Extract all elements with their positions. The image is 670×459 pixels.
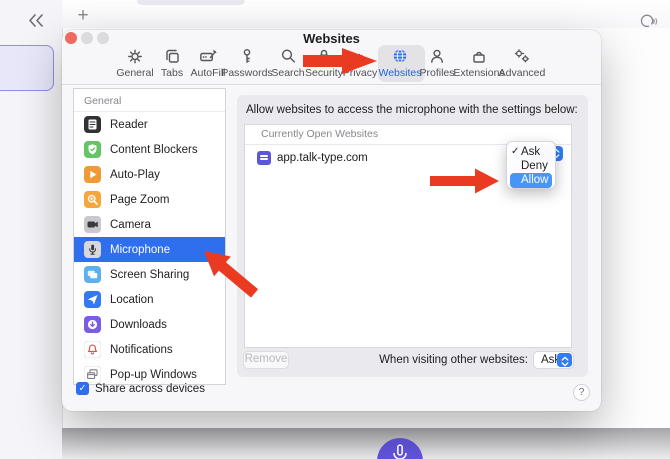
play-icon <box>84 166 101 183</box>
menu-item-label: Deny <box>521 160 548 173</box>
sidebar-selected-field[interactable] <box>0 45 54 91</box>
panel-description: Allow websites to access the microphone … <box>246 104 578 116</box>
other-websites-label: When visiting other websites: <box>379 354 528 366</box>
sidebar-item-label: Reader <box>110 118 148 131</box>
sidebar-item-label: Pop-up Windows <box>110 368 197 381</box>
menu-item-label: Allow <box>521 174 549 187</box>
menu-item-deny[interactable]: Deny <box>507 159 555 173</box>
sidebar-item-label: Downloads <box>110 318 167 331</box>
reader-icon <box>84 116 101 133</box>
share-across-devices-label: Share across devices <box>95 382 205 395</box>
new-tab-button[interactable]: + <box>73 6 93 26</box>
sidebar-item-camera[interactable]: Camera <box>74 212 225 237</box>
downloads-icon <box>84 316 101 333</box>
camera-icon <box>84 216 101 233</box>
browser-sidebar <box>0 0 63 459</box>
sidebar-item-label: Location <box>110 293 154 306</box>
sidebar-item-label: Microphone <box>110 243 171 256</box>
sidebar-item-label: Content Blockers <box>110 143 198 156</box>
sidebar-item-screen-sharing[interactable]: Screen Sharing <box>74 262 225 287</box>
gears-icon <box>514 49 530 63</box>
popup-cap <box>557 353 572 367</box>
sidebar-item-content-blockers[interactable]: Content Blockers <box>74 137 225 162</box>
shield-check-icon <box>84 141 101 158</box>
sidebar-item-location[interactable]: Location <box>74 287 225 312</box>
share-across-devices[interactable]: ✓ Share across devices <box>76 381 205 396</box>
remove-button[interactable]: Remove <box>243 351 289 369</box>
settings-sidebar: General Reader Content Blockers Auto-Pla <box>73 88 226 385</box>
tab-advanced[interactable]: Advanced <box>490 46 554 79</box>
person-icon <box>431 49 443 63</box>
help-button[interactable]: ? <box>573 384 590 401</box>
bell-icon <box>84 341 101 358</box>
microphone-icon <box>84 241 101 258</box>
website-favicon <box>257 151 271 165</box>
microphone-icon <box>393 444 407 459</box>
sidebar-item-microphone[interactable]: Microphone <box>74 237 225 262</box>
toolbar-divider <box>62 84 601 85</box>
puzzle-icon <box>473 51 485 63</box>
sidebar-item-notifications[interactable]: Notifications <box>74 337 225 362</box>
website-domain: app.talk-type.com <box>277 152 368 164</box>
sidebar-item-label: Page Zoom <box>110 193 170 206</box>
menu-item-ask[interactable]: ✓ Ask <box>507 145 555 159</box>
voice-input-icon[interactable] <box>636 11 660 29</box>
sidebar-item-label: Notifications <box>110 343 173 356</box>
permission-menu: ✓ Ask Deny Allow <box>506 141 556 189</box>
sidebar-item-reader[interactable]: Reader <box>74 112 225 137</box>
webpage-background <box>62 428 670 459</box>
sidebar-section-header: General <box>74 89 225 112</box>
hand-icon <box>355 53 364 65</box>
menu-item-label: Ask <box>521 146 541 158</box>
screen: + Websites General Tabs AutoFill Passwor… <box>0 0 670 459</box>
webpage-mic-button[interactable] <box>377 438 423 459</box>
window-title: Websites <box>303 31 360 46</box>
browser-toolbar <box>62 0 670 28</box>
checkbox-checked[interactable]: ✓ <box>76 382 89 395</box>
sidebar-item-label: Screen Sharing <box>110 268 190 281</box>
sidebar-item-page-zoom[interactable]: Page Zoom <box>74 187 225 212</box>
tab-label: Advanced <box>498 67 546 79</box>
check-icon: ✓ <box>511 146 520 157</box>
sidebar-item-downloads[interactable]: Downloads <box>74 312 225 337</box>
menu-item-allow[interactable]: Allow <box>510 173 552 188</box>
sidebar-collapse-icon[interactable] <box>26 13 46 28</box>
sidebar-item-label: Camera <box>110 218 151 231</box>
sidebar-item-label: Auto-Play <box>110 168 160 181</box>
location-icon <box>84 291 101 308</box>
other-websites-popup[interactable]: Ask <box>533 351 574 369</box>
sidebar-item-auto-play[interactable]: Auto-Play <box>74 162 225 187</box>
browser-tab-top <box>137 0 245 5</box>
popup-chevrons-icon <box>561 356 568 366</box>
screen-sharing-icon <box>84 266 101 283</box>
key-icon <box>243 49 251 63</box>
magnifier-plus-icon <box>84 191 101 208</box>
